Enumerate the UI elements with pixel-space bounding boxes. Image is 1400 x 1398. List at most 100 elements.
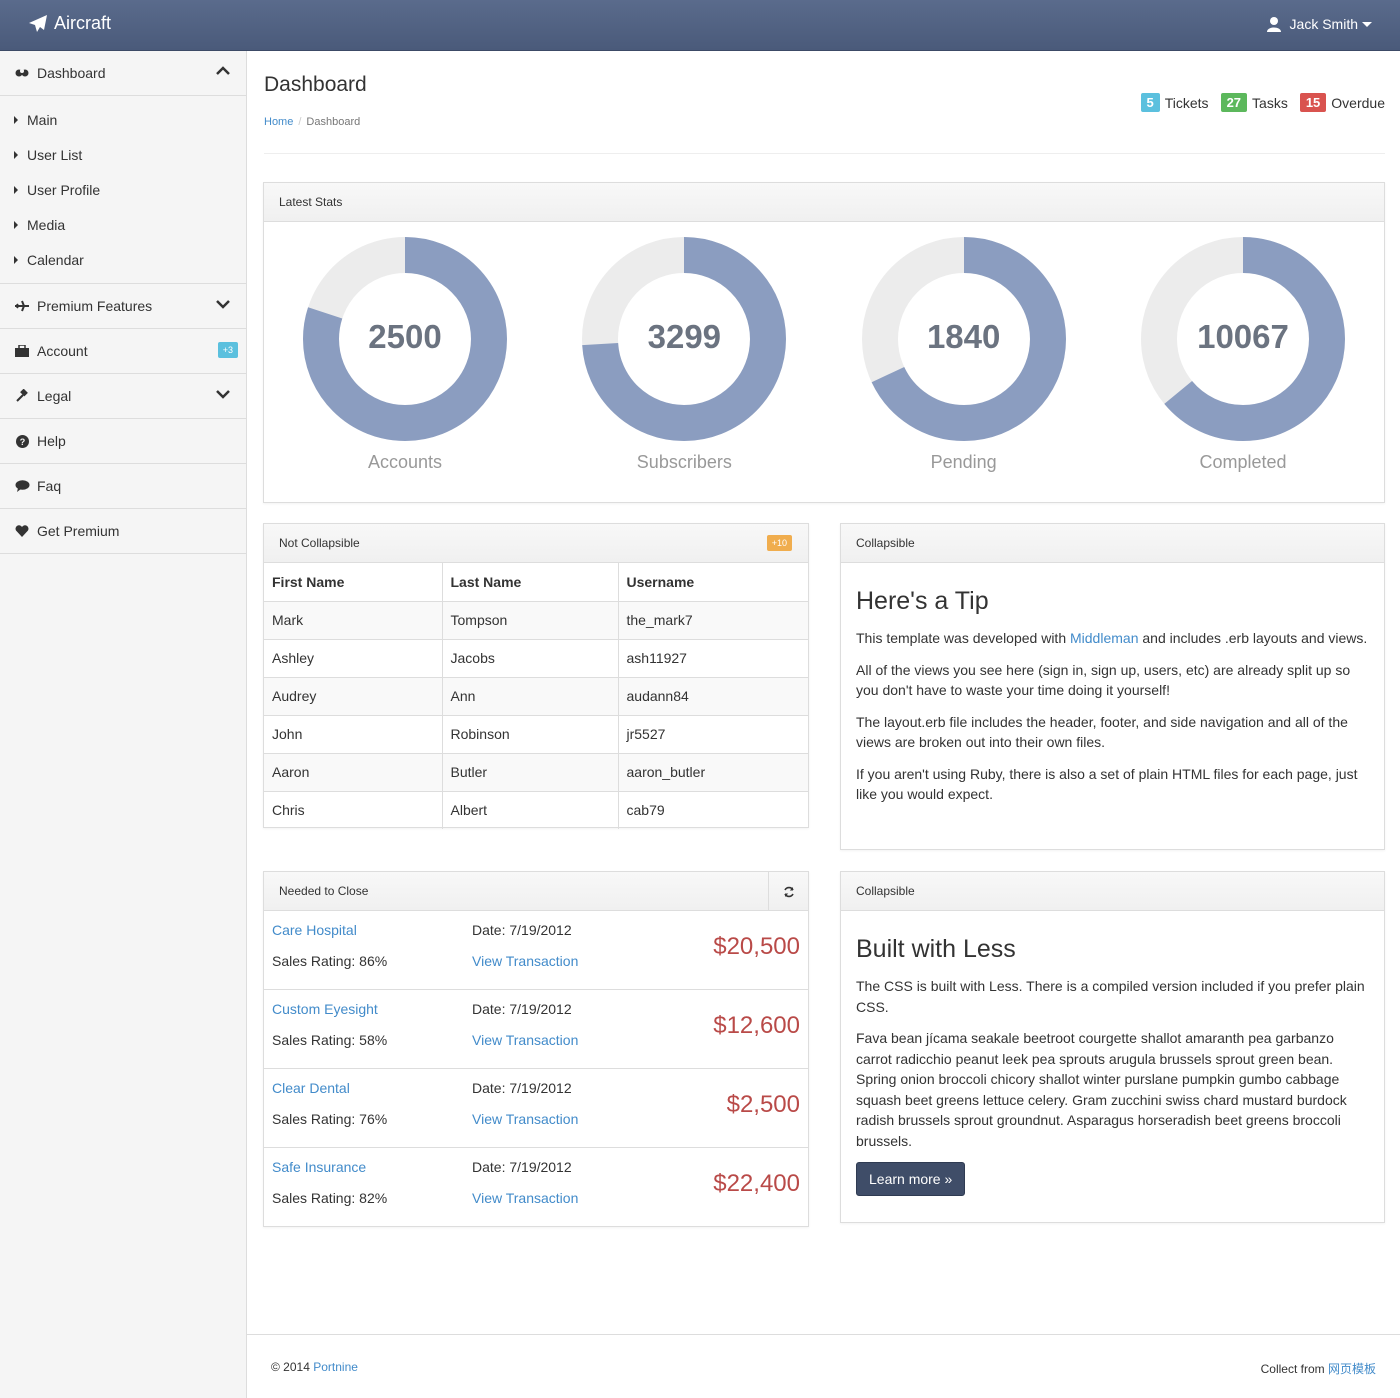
overdue-stat[interactable]: 15 Overdue (1299, 93, 1385, 112)
donut-label: Completed (1199, 452, 1287, 472)
view-transaction-link[interactable]: View Transaction (472, 1111, 578, 1127)
user-icon (1266, 17, 1281, 32)
sidebar-item-label: Get Premium (37, 523, 120, 539)
deal-name-link[interactable]: Clear Dental (272, 1080, 350, 1096)
view-transaction-link[interactable]: View Transaction (472, 1032, 578, 1048)
collect-link[interactable]: 网页模板 (1328, 1362, 1376, 1376)
table-cell: Ann (442, 676, 619, 715)
table-row: Mark Tompson the_mark7 (264, 600, 808, 639)
sidebar-item-label: Main (27, 111, 58, 128)
less-paragraph: Fava bean jícama seakale beetroot courge… (856, 1030, 1347, 1149)
sidebar-item-main[interactable]: Main (0, 102, 246, 137)
table-cell: Tompson (442, 600, 619, 639)
user-name: Jack Smith (1289, 16, 1358, 32)
sidebar-item-label: Premium Features (37, 298, 153, 314)
overdue-count: 15 (1299, 93, 1327, 112)
donut-subscribers: 3299 Subscribers (581, 236, 787, 473)
deal-name-link[interactable]: Care Hospital (272, 922, 357, 938)
deal-rating: Sales Rating: 58% (272, 1032, 388, 1048)
sidebar-item-user-list[interactable]: User List (0, 137, 246, 172)
sidebar-item-calendar[interactable]: Calendar (0, 242, 246, 277)
donut-value: 1840 (926, 318, 1001, 355)
panel-title: Latest Stats (279, 195, 343, 209)
brand-link[interactable]: Aircraft (28, 13, 111, 34)
sidebar-item-media[interactable]: Media (0, 207, 246, 242)
sidebar-item-label: Legal (37, 388, 72, 404)
breadcrumb-separator: / (298, 116, 302, 128)
deal-name-link[interactable]: Safe Insurance (272, 1159, 366, 1175)
column-header[interactable]: Username (618, 563, 808, 602)
table-row: Chris Albert cab79 (264, 790, 808, 829)
sidebar-item-label: User List (27, 146, 83, 163)
tasks-count: 27 (1220, 93, 1248, 112)
tip-paragraph: This template was developed with Middlem… (856, 628, 1369, 649)
donut-label: Subscribers (636, 452, 732, 472)
tasks-stat[interactable]: 27 Tasks (1220, 93, 1288, 112)
middleman-link[interactable]: Middleman (1070, 630, 1138, 646)
refresh-button[interactable] (768, 872, 808, 911)
footer: © 2014 Portnine Collect from 网页模板 (247, 1334, 1400, 1398)
panel-badge: +10 (766, 535, 792, 551)
sidebar-item-premium-features[interactable]: Premium Features (0, 284, 246, 329)
donut-value: 2500 (368, 318, 442, 355)
column-header[interactable]: Last Name (442, 563, 619, 602)
deals-panel: Needed to Close Care Hospital Sales Rati… (263, 871, 809, 1227)
sidebar-item-dashboard[interactable]: Dashboard (0, 51, 246, 96)
deal-amount: $2,500 (726, 1091, 800, 1118)
deal-date: Date: 7/19/2012 (472, 1159, 572, 1175)
deal-name-link[interactable]: Custom Eyesight (272, 1001, 378, 1017)
view-transaction-link[interactable]: View Transaction (472, 1190, 578, 1206)
sidebar-item-get-premium[interactable]: Get Premium (0, 509, 246, 554)
less-heading: Built with Less (856, 935, 1016, 963)
sidebar-item-label: Help (37, 433, 66, 449)
panel-heading[interactable]: Collapsible (841, 872, 1384, 911)
portnine-link[interactable]: Portnine (313, 1360, 358, 1374)
table-cell: Mark (264, 600, 443, 639)
table-cell: Audrey (264, 676, 443, 715)
deal-row: Custom Eyesight Sales Rating: 58% Date: … (264, 990, 808, 1069)
breadcrumb-home-link[interactable]: Home (264, 116, 293, 128)
panel-heading[interactable]: Collapsible (841, 524, 1384, 563)
sidebar-item-label: User Profile (27, 181, 101, 198)
breadcrumb: Home / Dashboard (264, 116, 360, 128)
table-cell: the_mark7 (618, 600, 808, 639)
deal-date: Date: 7/19/2012 (472, 922, 572, 938)
deal-rating: Sales Rating: 86% (272, 953, 388, 969)
tip-text: and includes .erb layouts and views. (1138, 630, 1368, 646)
learn-more-button[interactable]: Learn more » (856, 1162, 966, 1196)
tickets-stat[interactable]: 5 Tickets (1140, 93, 1209, 112)
sidebar-submenu: Main User List User Profile Media Calend… (0, 96, 246, 284)
sidebar: Dashboard Main User List User Profile Me… (0, 51, 247, 1398)
deal-amount: $20,500 (713, 933, 800, 960)
tip-text: This template was developed with (856, 630, 1070, 646)
sidebar-item-account[interactable]: Account +3 (0, 329, 246, 374)
donut-label: Accounts (367, 452, 443, 472)
donut-completed: 10067 Completed (1140, 236, 1346, 473)
sidebar-item-faq[interactable]: Faq (0, 464, 246, 509)
dashboard-icon (14, 67, 30, 79)
deal-date: Date: 7/19/2012 (472, 1080, 572, 1096)
heart-icon (14, 525, 30, 537)
sidebar-item-help[interactable]: ? Help (0, 419, 246, 464)
divider (264, 153, 1385, 154)
latest-stats-panel: Latest Stats 2500 Accounts 3299 Subscrib… (263, 182, 1385, 503)
view-transaction-link[interactable]: View Transaction (472, 953, 578, 969)
question-circle-icon: ? (14, 434, 30, 448)
table-row: Aaron Butler aaron_butler (264, 752, 808, 791)
sidebar-item-legal[interactable]: Legal (0, 374, 246, 419)
deal-rating: Sales Rating: 76% (272, 1111, 388, 1127)
deal-row: Care Hospital Sales Rating: 86% Date: 7/… (264, 911, 808, 990)
sidebar-item-user-profile[interactable]: User Profile (0, 172, 246, 207)
table-cell: ash11927 (618, 638, 808, 677)
less-paragraph: The CSS is built with Less. There is a c… (856, 978, 1365, 1015)
paper-plane-icon (29, 14, 47, 32)
panel-heading: Not Collapsible +10 (264, 524, 808, 563)
chevron-up-icon (216, 66, 230, 75)
table-row: John Robinson jr5527 (264, 714, 808, 753)
column-header[interactable]: First Name (264, 563, 443, 602)
refresh-icon (783, 886, 794, 897)
chevron-down-icon (216, 300, 230, 309)
deal-row: Clear Dental Sales Rating: 76% Date: 7/1… (264, 1069, 808, 1148)
table-row: Ashley Jacobs ash11927 (264, 638, 808, 677)
user-menu[interactable]: Jack Smith (1266, 16, 1372, 32)
